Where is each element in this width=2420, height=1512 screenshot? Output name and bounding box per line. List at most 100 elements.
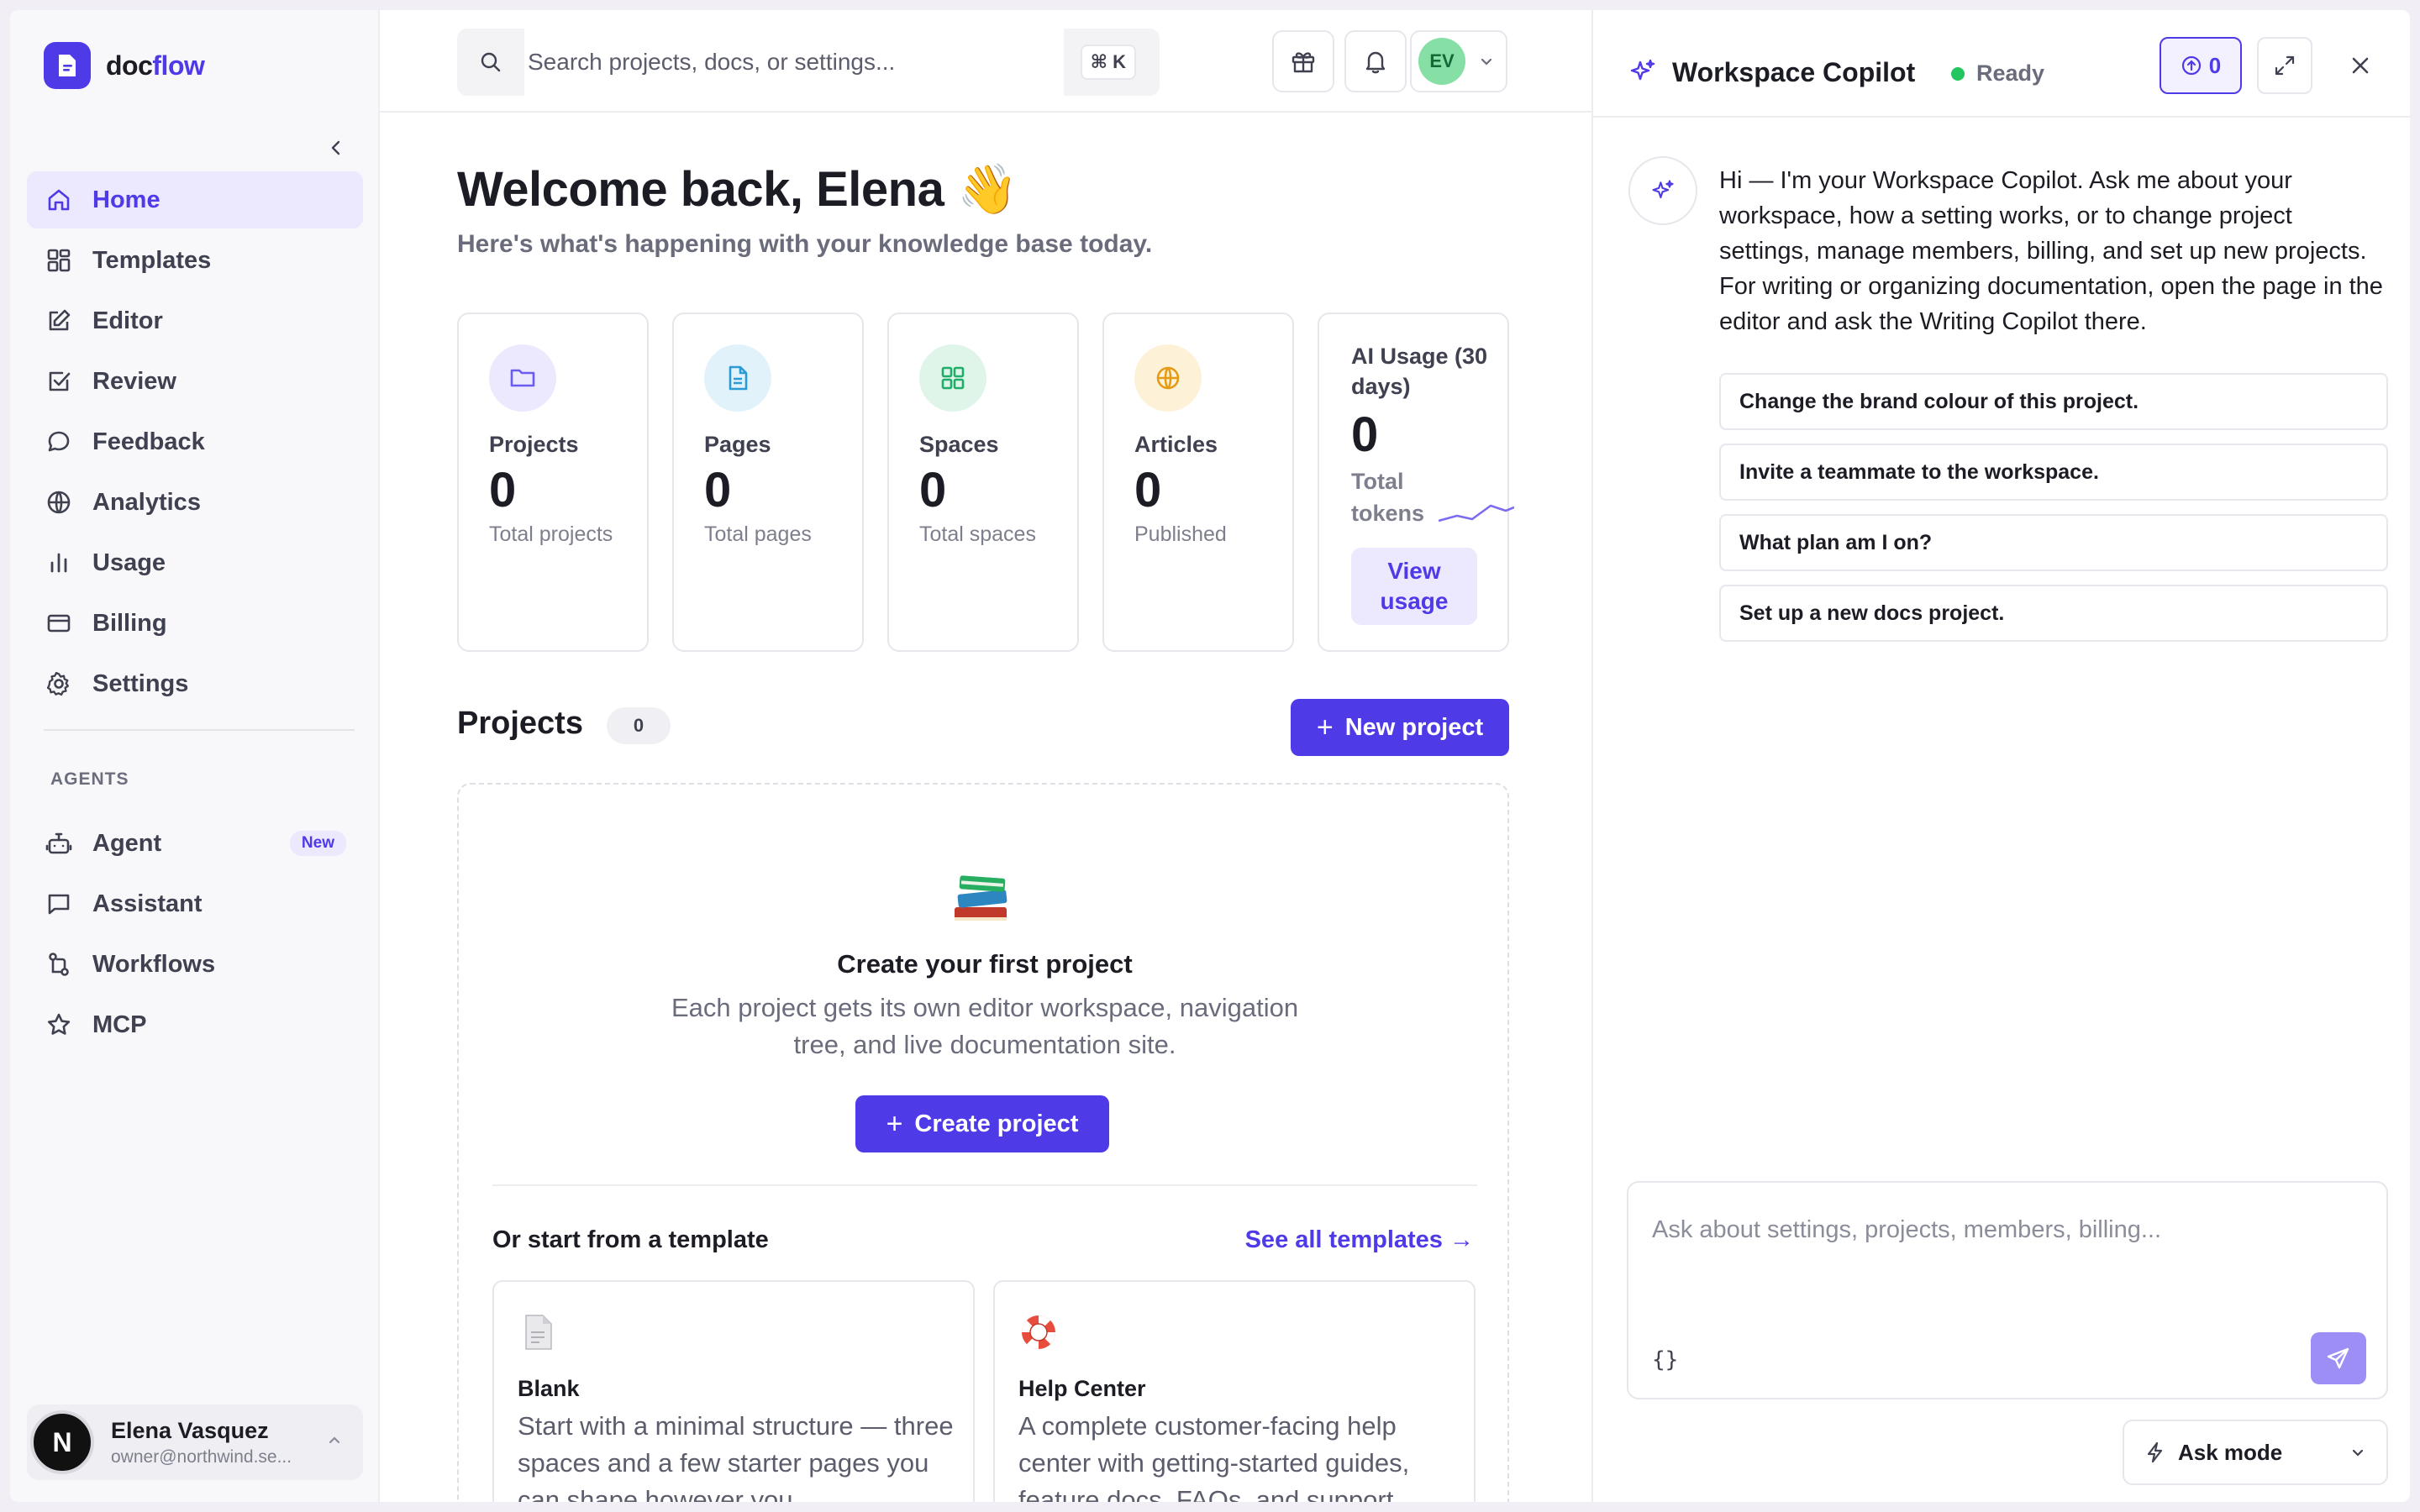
create-project-button[interactable]: + Create project [855, 1095, 1109, 1152]
stat-label: Projects [489, 432, 579, 457]
page-title: Welcome back, Elena 👋 [457, 162, 1018, 217]
file-icon [704, 344, 771, 412]
sidebar-item-home[interactable]: Home [27, 171, 363, 228]
mode-select[interactable]: Ask mode [2123, 1420, 2388, 1485]
sidebar-item-analytics[interactable]: Analytics [27, 474, 363, 531]
sparkles-icon [1652, 180, 1674, 198]
sidebar-item-label: Analytics [92, 488, 201, 516]
template-name: Blank [518, 1376, 580, 1401]
send-button[interactable] [2311, 1332, 2366, 1384]
stat-sub: Total projects [489, 522, 613, 546]
collapse-sidebar-button[interactable] [319, 131, 353, 165]
home-icon [44, 185, 74, 215]
expand-button[interactable] [2257, 37, 2312, 94]
stat-label: Articles [1134, 432, 1218, 457]
stat-sub: Total spaces [919, 522, 1036, 546]
chevron-down-icon [1481, 58, 1492, 66]
folder-icon [489, 344, 556, 412]
sidebar-item-label: Billing [92, 609, 167, 637]
sidebar-item-label: Feedback [92, 428, 205, 455]
see-all-templates-link[interactable]: See all templates → [1245, 1226, 1474, 1254]
close-button[interactable] [2333, 37, 2388, 94]
copilot-avatar [1628, 156, 1697, 225]
stat-value: 0 [919, 463, 947, 517]
bar-chart-icon [44, 548, 74, 578]
sidebar-item-label: Templates [92, 246, 212, 274]
stat-card-projects: Projects 0 Total projects [457, 312, 649, 652]
projects-heading: Projects [457, 706, 583, 741]
user-meta: Elena Vasquez owner@northwind.se... [111, 1418, 313, 1467]
grid-icon [919, 344, 986, 412]
copilot-input[interactable] [1652, 1205, 2358, 1255]
notifications-button[interactable] [1344, 30, 1407, 92]
globe-icon [44, 487, 74, 517]
lightning-icon [2147, 1441, 2163, 1463]
stat-sub: Total pages [704, 522, 812, 546]
sidebar-item-label: Agent [92, 829, 162, 857]
logo[interactable]: docflow [44, 42, 205, 89]
code-braces-button[interactable]: {} [1652, 1347, 1678, 1373]
template-name: Help Center [1018, 1376, 1146, 1401]
workflow-icon [44, 949, 74, 979]
plus-icon: + [886, 1107, 903, 1140]
template-heading: Or start from a template [492, 1226, 769, 1253]
suggestion-chip[interactable]: Set up a new docs project. [1719, 585, 2388, 642]
sidebar-item-usage[interactable]: Usage [27, 534, 363, 591]
suggestion-chip[interactable]: Change the brand colour of this project. [1719, 373, 2388, 430]
template-card-blank[interactable]: Blank Start with a minimal structure — t… [492, 1280, 975, 1502]
avatar: EV [1418, 38, 1465, 85]
stat-label: Pages [704, 432, 771, 457]
search-input[interactable] [524, 29, 1064, 96]
sidebar-item-settings[interactable]: Settings [27, 655, 363, 712]
gift-icon [1292, 52, 1315, 73]
sidebar: docflow Home Templates Editor Review Fee… [10, 10, 380, 1502]
sidebar-item-label: Usage [92, 549, 166, 576]
projects-count-badge: 0 [607, 707, 671, 744]
new-project-button[interactable]: + New project [1291, 699, 1509, 756]
star-icon [44, 1010, 74, 1040]
sidebar-item-label: Editor [92, 307, 163, 334]
check-square-icon [44, 366, 74, 396]
sidebar-item-feedback[interactable]: Feedback [27, 413, 363, 470]
template-description: A complete customer-facing help center w… [1018, 1411, 1410, 1502]
sidebar-item-editor[interactable]: Editor [27, 292, 363, 349]
stat-label: AI Usage (30 days) [1351, 344, 1488, 399]
sidebar-item-workflows[interactable]: Workflows [27, 936, 363, 993]
sidebar-item-agent[interactable]: Agent New [27, 815, 363, 872]
template-card-help-center[interactable]: Help Center A complete customer-facing h… [993, 1280, 1476, 1502]
sidebar-item-review[interactable]: Review [27, 353, 363, 410]
arrow-up-circle-icon [2181, 55, 2201, 76]
plus-icon: + [1316, 711, 1334, 743]
robot-icon [44, 828, 74, 858]
sidebar-item-mcp[interactable]: MCP [27, 996, 363, 1053]
search-bar[interactable]: ⌘ K [457, 29, 1160, 96]
credits-button[interactable]: 0 [2160, 37, 2242, 94]
account-menu-button[interactable]: EV [1410, 30, 1507, 92]
stat-value: 0 [704, 463, 732, 517]
sidebar-item-templates[interactable]: Templates [27, 232, 363, 289]
stat-card-ai-usage: AI Usage (30 days) 0 Total tokens View u… [1318, 312, 1514, 652]
stat-value: 0 [1351, 407, 1379, 462]
gift-button[interactable] [1272, 30, 1334, 92]
stat-value: 0 [489, 463, 517, 517]
empty-state: Create your first project Each project g… [457, 783, 1509, 1502]
stat-card-spaces: Spaces 0 Total spaces [887, 312, 1079, 652]
new-project-label: New project [1344, 713, 1484, 741]
sidebar-item-label: MCP [92, 1011, 147, 1038]
copilot-message: Hi — I'm your Workspace Copilot. Ask me … [1719, 167, 2383, 335]
user-menu[interactable]: N Elena Vasquez owner@northwind.se... [27, 1404, 363, 1480]
suggestion-chip[interactable]: Invite a teammate to the workspace. [1719, 444, 2388, 501]
stat-sub: Published [1134, 522, 1227, 546]
credit-card-icon [44, 608, 74, 638]
empty-description: Each project gets its own editor workspa… [671, 993, 1299, 1059]
send-icon [2327, 1347, 2349, 1369]
lifebuoy-icon [1022, 1315, 1055, 1349]
gear-icon [44, 669, 74, 699]
status-badge: Ready [1951, 60, 2044, 87]
sidebar-item-billing[interactable]: Billing [27, 595, 363, 652]
suggestion-chip[interactable]: What plan am I on? [1719, 514, 2388, 571]
credits-count: 0 [2208, 52, 2222, 78]
view-usage-button[interactable]: View usage [1351, 548, 1477, 625]
sidebar-item-assistant[interactable]: Assistant [27, 875, 363, 932]
edit-icon [44, 306, 74, 336]
